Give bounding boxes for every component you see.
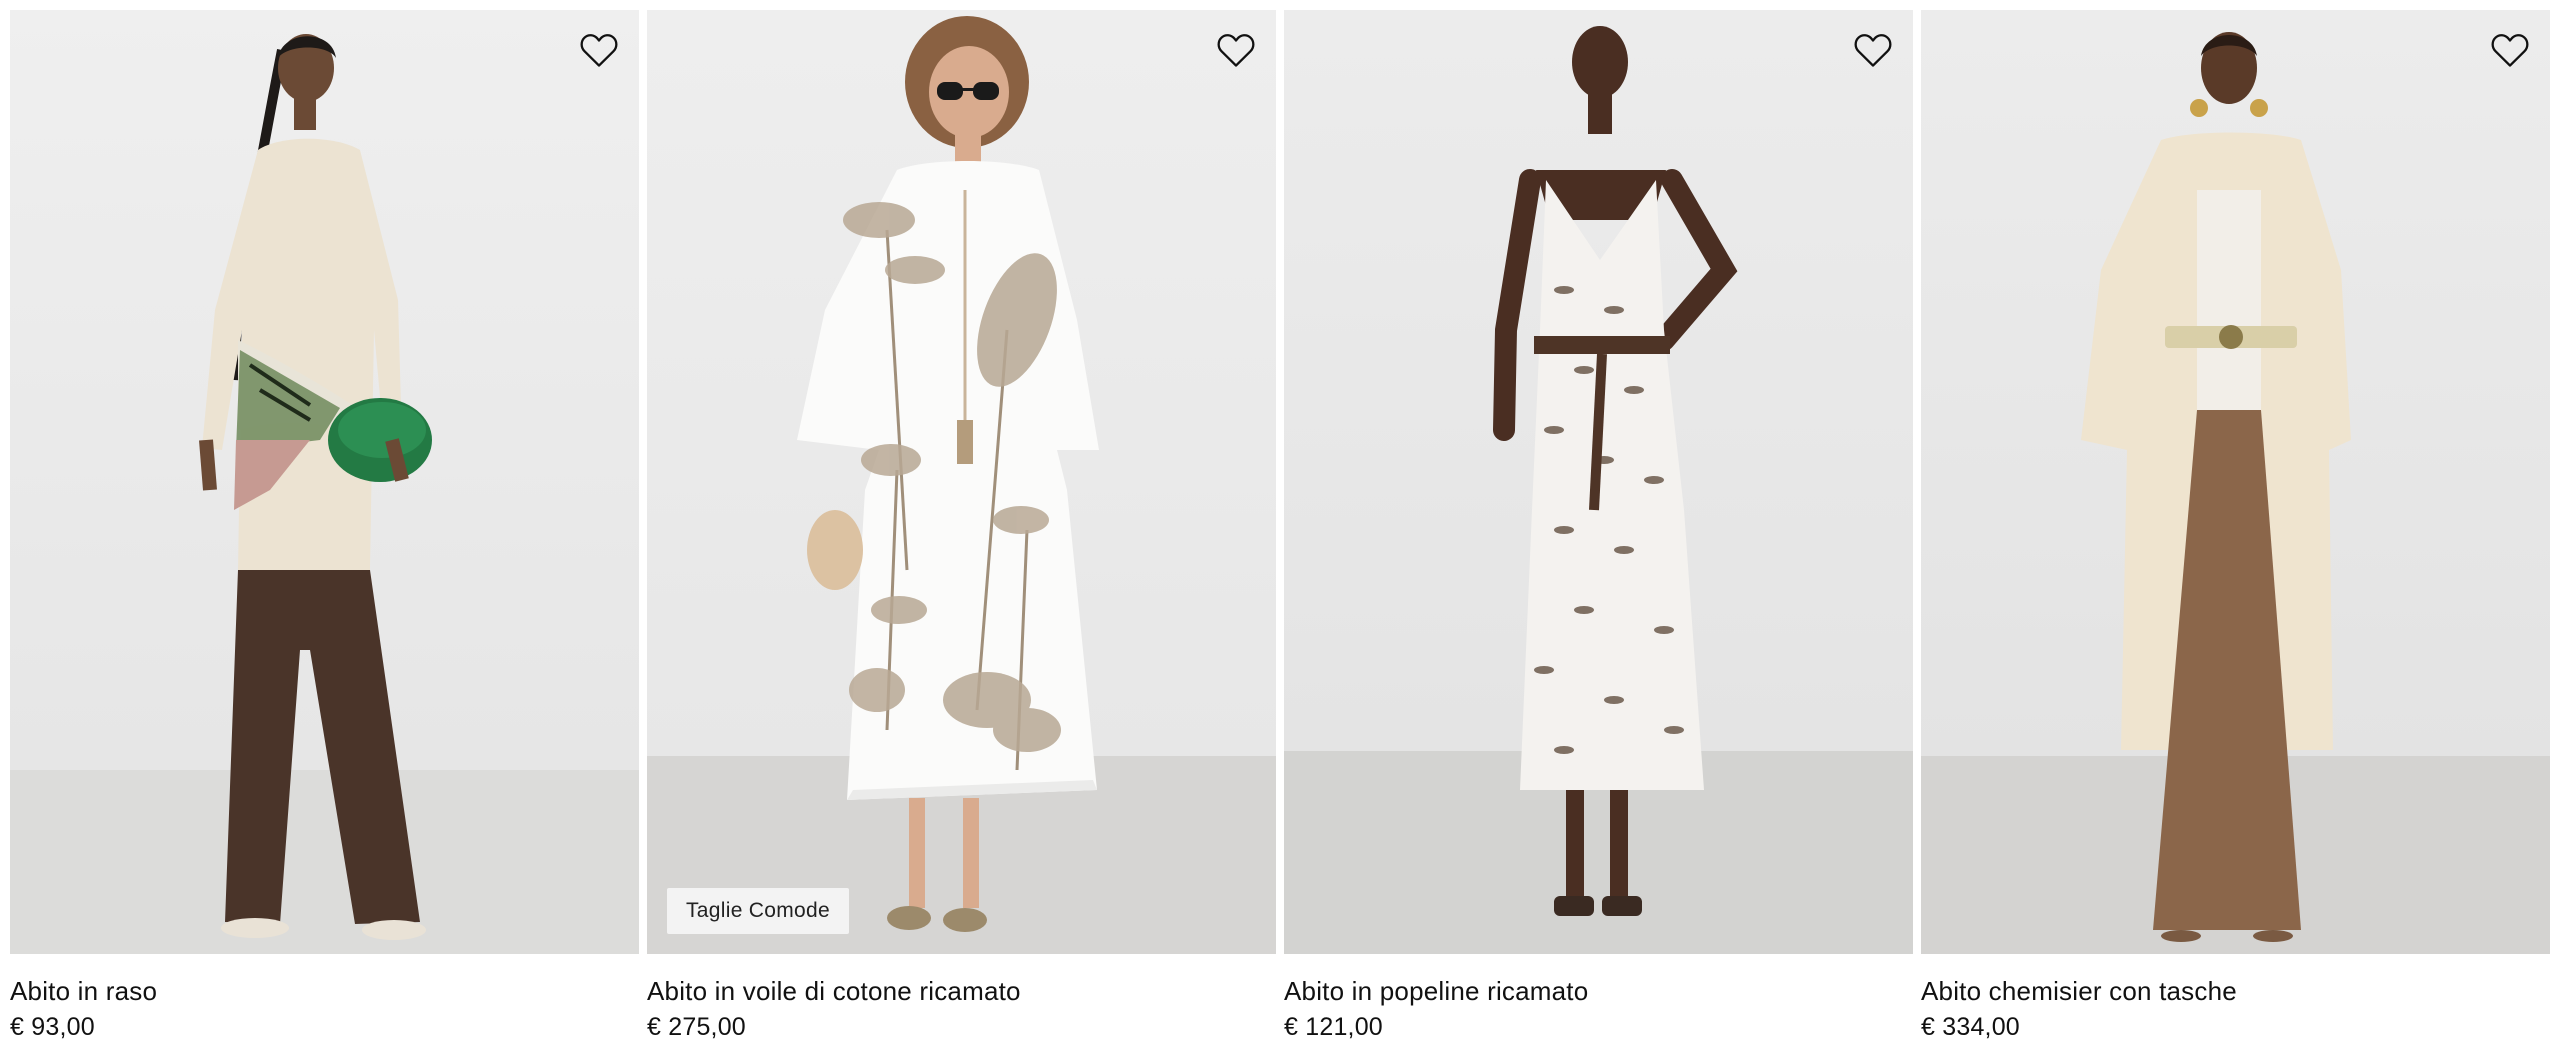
wishlist-button[interactable] xyxy=(577,28,621,72)
product-card[interactable]: Abito in raso € 93,00 xyxy=(10,10,639,1044)
product-card[interactable]: Abito in popeline ricamato € 121,00 xyxy=(1284,10,1913,1044)
heart-outline-icon xyxy=(580,34,618,67)
product-name[interactable]: Abito in raso xyxy=(10,974,639,1008)
product-card[interactable]: Abito chemisier con tasche € 334,00 xyxy=(1921,10,2550,1044)
model-illustration xyxy=(797,16,1099,932)
product-name[interactable]: Abito in voile di cotone ricamato xyxy=(647,974,1276,1008)
product-info: Abito in voile di cotone ricamato € 275,… xyxy=(647,954,1276,1044)
heart-outline-icon xyxy=(1854,34,1892,67)
heart-outline-icon xyxy=(1217,34,1255,67)
product-grid: Abito in raso € 93,00 Taglie Comode Abit… xyxy=(10,10,2550,1044)
product-price: € 121,00 xyxy=(1284,1013,1383,1041)
product-image[interactable] xyxy=(10,10,639,954)
product-info: Abito chemisier con tasche € 334,00 xyxy=(1921,954,2550,1044)
model-illustration xyxy=(2081,32,2351,942)
product-card[interactable]: Taglie Comode Abito in voile di cotone r… xyxy=(647,10,1276,1044)
product-image[interactable]: Taglie Comode xyxy=(647,10,1276,954)
product-price: € 275,00 xyxy=(647,1013,746,1041)
product-info: Abito in popeline ricamato € 121,00 xyxy=(1284,954,1913,1044)
wishlist-button[interactable] xyxy=(1214,28,1258,72)
product-info: Abito in raso € 93,00 xyxy=(10,954,639,1044)
product-image[interactable] xyxy=(1921,10,2550,954)
model-illustration xyxy=(1493,26,1738,916)
wishlist-button[interactable] xyxy=(1851,28,1895,72)
badge-taglie-comode: Taglie Comode xyxy=(667,888,849,934)
product-image[interactable] xyxy=(1284,10,1913,954)
product-name[interactable]: Abito chemisier con tasche xyxy=(1921,974,2550,1008)
wishlist-button[interactable] xyxy=(2488,28,2532,72)
product-name[interactable]: Abito in popeline ricamato xyxy=(1284,974,1913,1008)
product-price: € 93,00 xyxy=(10,1013,95,1041)
heart-outline-icon xyxy=(2491,34,2529,67)
model-illustration xyxy=(199,34,432,940)
product-price: € 334,00 xyxy=(1921,1013,2020,1041)
